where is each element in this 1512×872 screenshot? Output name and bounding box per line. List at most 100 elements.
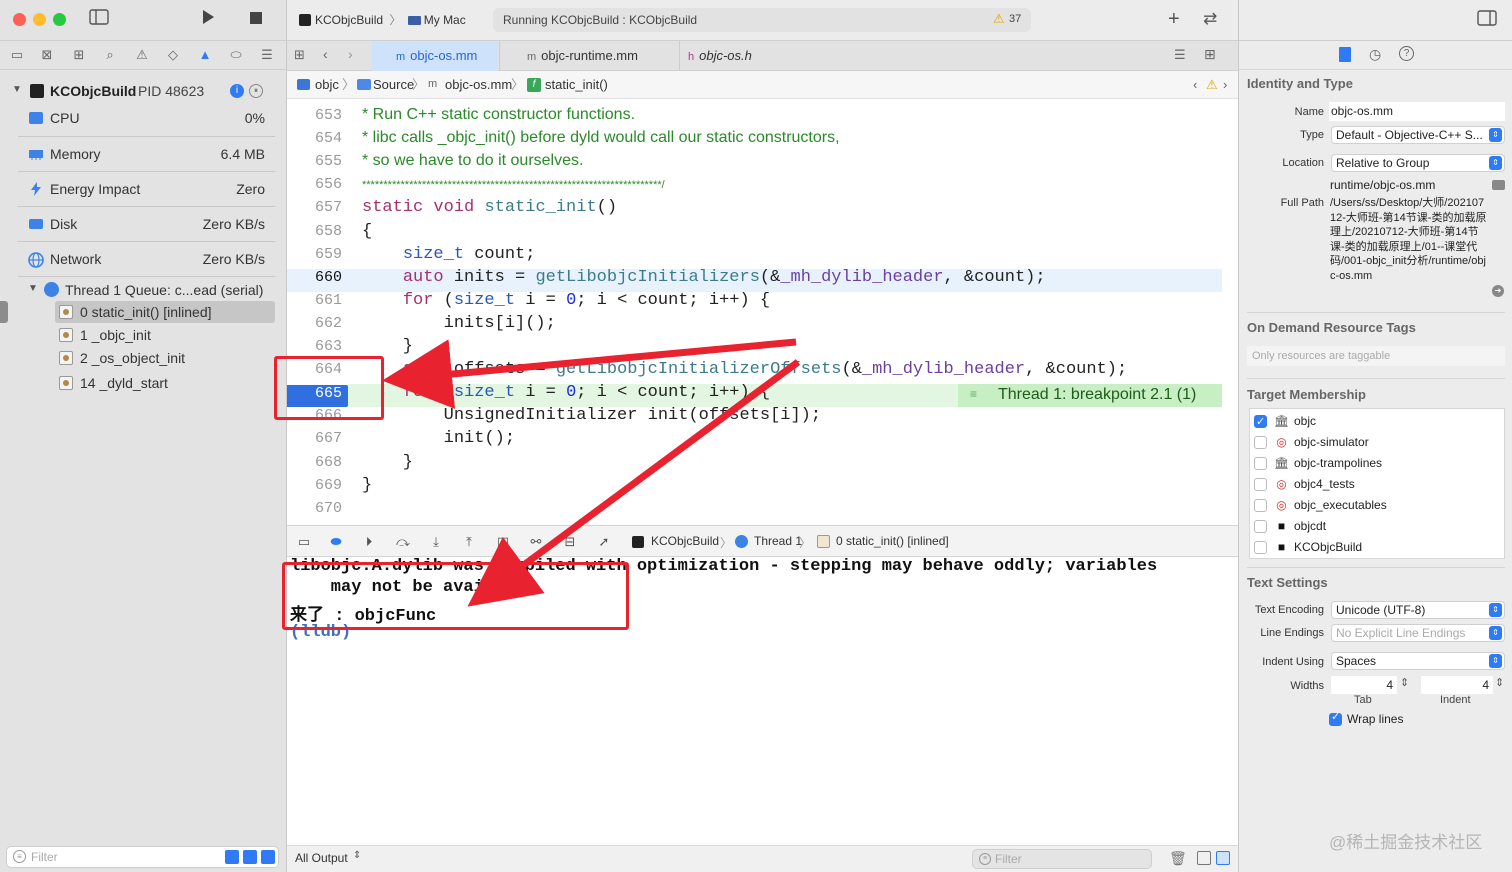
disclosure-chevron-icon[interactable]: ▼ [28, 283, 38, 294]
warning-count[interactable]: 37 [1009, 13, 1021, 25]
step-out-icon[interactable]: ⤒ [461, 534, 477, 550]
stack-frame[interactable]: 1 _objc_init [55, 324, 275, 346]
line-number[interactable]: 661 [292, 292, 342, 309]
back-chevron-icon[interactable]: ‹ [323, 46, 328, 62]
breadcrumb-folder[interactable]: Source [373, 71, 414, 98]
gauge-network[interactable]: Network Zero KB/s [18, 241, 275, 275]
indent-width-field[interactable]: 4 [1421, 676, 1493, 694]
source-control-icon[interactable]: ⊠ [38, 46, 56, 64]
target-checkbox[interactable] [1254, 457, 1267, 470]
minimize-window-button[interactable] [33, 13, 46, 26]
target-checkbox[interactable] [1254, 499, 1267, 512]
step-over-icon[interactable]: ⤼ [395, 534, 411, 550]
target-row[interactable]: ■ KCObjcBuild [1254, 537, 1494, 558]
sidebar-toggle-icon[interactable] [87, 8, 111, 32]
back-chevron-icon[interactable]: ‹ [1193, 71, 1197, 98]
target-checkbox[interactable] [1254, 541, 1267, 554]
text-encoding-popup[interactable]: Unicode (UTF-8) ⇕ [1331, 601, 1505, 619]
symbol-icon[interactable]: ⊞ [70, 46, 88, 64]
target-checkbox[interactable] [1254, 520, 1267, 533]
filter-option-icon[interactable] [243, 850, 257, 864]
run-button[interactable] [196, 8, 220, 32]
editor-options-icon[interactable]: ☰ [1174, 47, 1186, 63]
memory-graph-icon[interactable]: ⚯ [528, 534, 544, 550]
type-popup[interactable]: Default - Objective-C++ S... ⇕ [1331, 126, 1505, 144]
step-into-icon[interactable]: ⤓ [428, 534, 444, 550]
trash-icon[interactable]: 🗑 [1169, 850, 1187, 867]
report-icon[interactable]: ☰ [258, 46, 276, 64]
wrap-lines-checkbox[interactable]: Wrap lines [1329, 710, 1469, 728]
tab-width-field[interactable]: 4 [1331, 676, 1397, 694]
filter-option-icon[interactable] [225, 850, 239, 864]
line-number[interactable]: 668 [292, 454, 342, 471]
stop-button[interactable] [244, 8, 268, 32]
indent-width-stepper[interactable]: ⇕ [1495, 676, 1504, 689]
gauge-memory[interactable]: Memory 6.4 MB [18, 136, 275, 170]
issue-icon[interactable]: ⚠ [133, 46, 151, 64]
variables-view-icon[interactable] [1197, 851, 1211, 865]
line-number[interactable]: 658 [292, 223, 342, 240]
filter-option-icon[interactable] [261, 850, 275, 864]
target-checkbox[interactable] [1254, 436, 1267, 449]
target-row[interactable]: ■ objcdt [1254, 516, 1494, 537]
scheme-selector[interactable]: KCObjcBuild 〉 My Mac [299, 11, 466, 28]
line-number[interactable]: 659 [292, 246, 342, 263]
line-number[interactable]: 660 [292, 269, 342, 286]
line-number[interactable]: 654 [292, 130, 342, 147]
thread-row[interactable]: ▼ Thread 1 Queue: c...ead (serial) [18, 276, 275, 302]
debug-breadcrumb-frame[interactable]: 0 static_init() [inlined] [836, 534, 949, 548]
stack-frame[interactable]: 14 _dyld_start [55, 372, 275, 394]
hide-debug-area-icon[interactable]: ▭ [296, 534, 312, 550]
tab-objc-os-mm[interactable]: m objc-os.mm [372, 41, 498, 71]
line-number[interactable]: 656 [292, 176, 342, 193]
indent-using-popup[interactable]: Spaces ⇕ [1331, 652, 1505, 670]
stack-frame[interactable]: 2 _os_object_init [55, 347, 275, 369]
target-checkbox[interactable] [1254, 412, 1267, 433]
line-endings-popup[interactable]: No Explicit Line Endings ⇕ [1331, 624, 1505, 642]
pause-icon[interactable]: ⏸ [249, 84, 263, 98]
warning-icon[interactable]: ⚠ [1206, 71, 1218, 98]
breadcrumb-symbol[interactable]: static_init() [545, 71, 608, 98]
source-editor[interactable]: ≡ Thread 1: breakpoint 2.1 (1) * Run C++… [348, 99, 1222, 525]
tab-width-stepper[interactable]: ⇕ [1400, 676, 1409, 689]
add-editor-icon[interactable]: ⊞ [1204, 46, 1216, 63]
folder-icon[interactable]: ▭ [8, 46, 26, 64]
line-number[interactable]: 657 [292, 199, 342, 216]
view-debugger-icon[interactable]: ◫ [495, 534, 511, 550]
target-row[interactable]: ◎ objc-simulator [1254, 432, 1494, 453]
zoom-window-button[interactable] [53, 13, 66, 26]
debug-navigator-icon[interactable]: ▲ [196, 46, 214, 64]
debug-breadcrumb-thread[interactable]: Thread 1 [754, 534, 802, 548]
target-row[interactable]: 🏛 objc [1254, 411, 1494, 433]
help-icon[interactable]: ? [1399, 46, 1414, 61]
tab-objc-os-h[interactable]: h objc-os.h [679, 41, 859, 71]
close-window-button[interactable] [13, 13, 26, 26]
breakpoint-navigator-icon[interactable]: ⬭ [227, 46, 245, 64]
disclosure-chevron-icon[interactable]: ▼ [12, 84, 22, 95]
line-number[interactable]: 670 [292, 500, 342, 517]
navigator-filter-field[interactable]: ≡ Filter [6, 846, 279, 868]
gauge-disk[interactable]: Disk Zero KB/s [18, 206, 275, 240]
folder-icon[interactable] [1492, 180, 1505, 190]
target-row[interactable]: ◎ objc4_tests [1254, 474, 1494, 495]
target-checkbox[interactable] [1254, 478, 1267, 491]
line-number[interactable]: 653 [292, 107, 342, 124]
line-number[interactable]: 669 [292, 477, 342, 494]
name-field[interactable]: objc-os.mm [1329, 102, 1505, 121]
breakpoints-toggle-icon[interactable]: ⬬ [328, 534, 344, 550]
file-icon[interactable] [1339, 47, 1351, 62]
search-icon[interactable]: ⌕ [101, 46, 119, 64]
line-number[interactable]: 655 [292, 153, 342, 170]
info-icon[interactable]: i [230, 84, 244, 98]
warning-icon[interactable]: ⚠ [993, 11, 1005, 27]
gauge-cpu[interactable]: CPU 0% [18, 101, 275, 135]
breadcrumb-file[interactable]: objc-os.mm [445, 71, 512, 98]
continue-icon[interactable]: ⏵ [361, 534, 377, 550]
debug-breadcrumb-process[interactable]: KCObjcBuild [651, 534, 719, 548]
forward-chevron-icon[interactable]: › [1223, 71, 1227, 98]
line-number[interactable]: 665 [292, 385, 342, 402]
breakpoint-annotation[interactable]: ≡ Thread 1: breakpoint 2.1 (1) [958, 384, 1222, 407]
target-row[interactable]: 🏛 objc-trampolines [1254, 453, 1494, 474]
forward-chevron-icon[interactable]: › [348, 46, 353, 62]
inspector-toggle-icon[interactable] [1477, 10, 1497, 29]
